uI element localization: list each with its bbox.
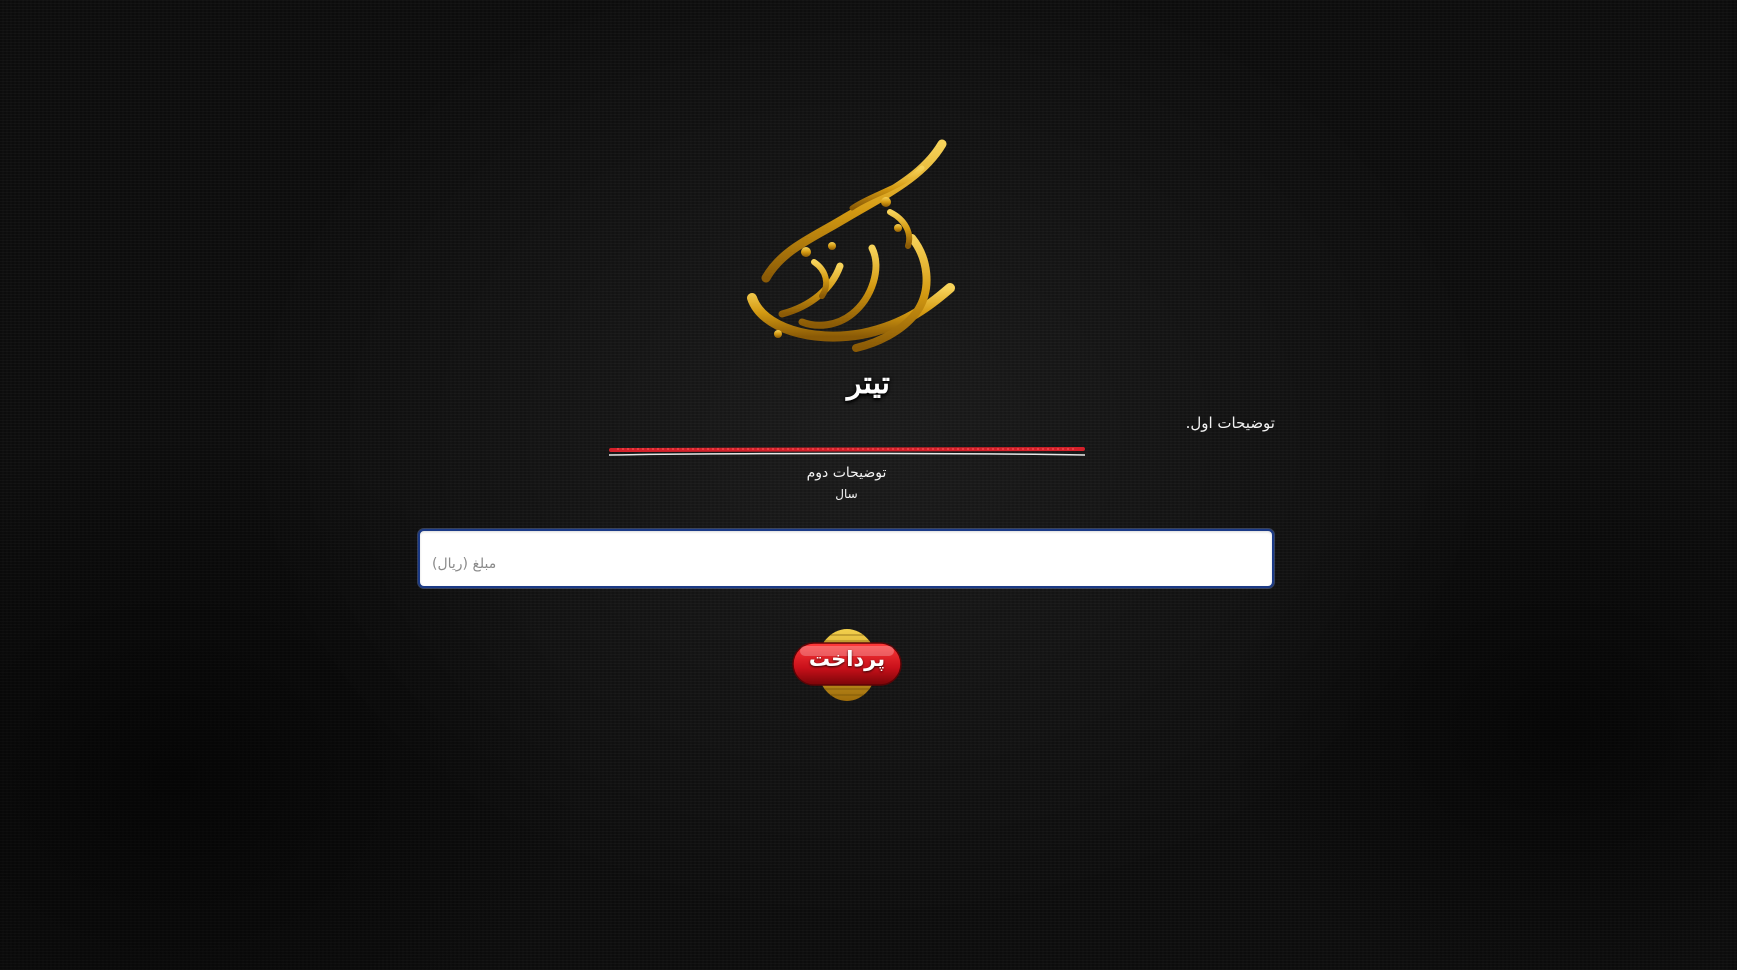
pay-button-label: پرداخت: [808, 647, 886, 671]
pay-button[interactable]: پرداخت: [790, 625, 904, 705]
page-title: تیتر: [846, 366, 890, 401]
second-description: توضیحات دوم: [806, 465, 887, 481]
calligraphy-logo-icon: [722, 138, 972, 368]
amount-input[interactable]: [418, 529, 1274, 588]
decorative-divider: [607, 446, 1087, 456]
donation-page: تیتر توضیحات اول. توضیحات دوم سال مبلغ (…: [0, 0, 1737, 970]
year-label: سال: [835, 487, 858, 501]
first-description: توضیحات اول.: [1185, 414, 1275, 432]
